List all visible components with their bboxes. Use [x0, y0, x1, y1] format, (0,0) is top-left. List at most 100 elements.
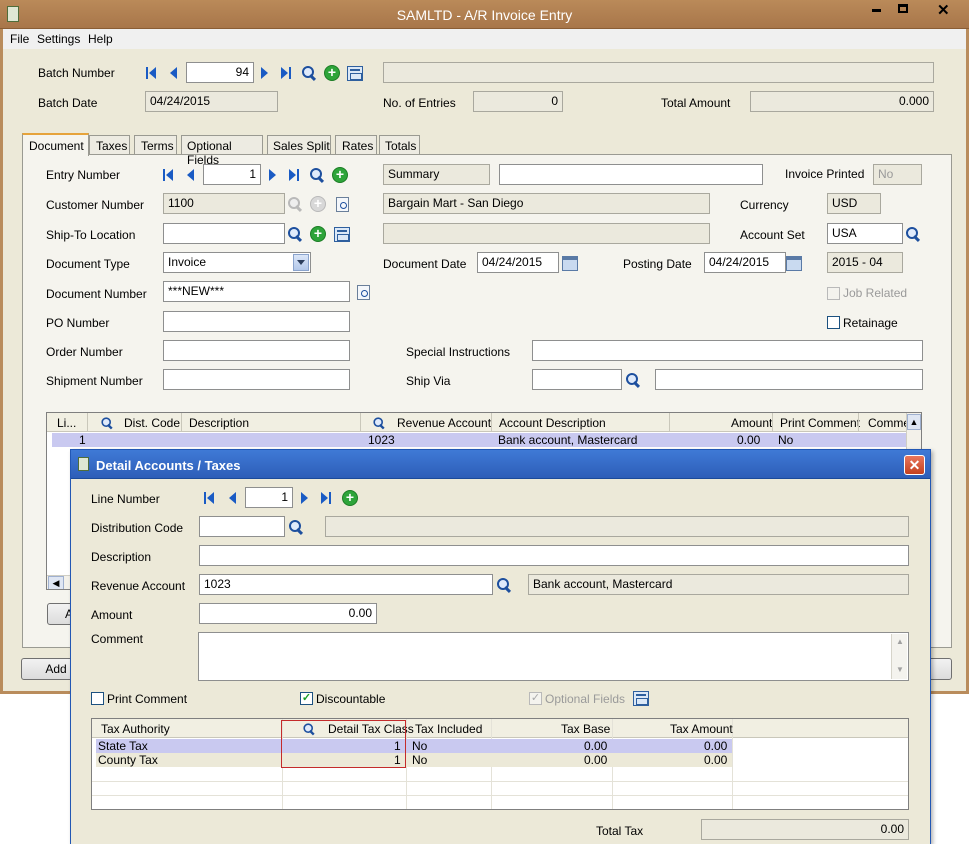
- new-entry-icon[interactable]: +: [332, 167, 348, 183]
- revenue-account-finder-icon[interactable]: [371, 415, 387, 431]
- revenue-account-field[interactable]: 1023: [199, 574, 493, 595]
- tab-terms[interactable]: Terms: [134, 135, 177, 155]
- amount-field[interactable]: 0.00: [199, 603, 377, 624]
- next-line-icon[interactable]: [299, 491, 312, 505]
- col-tax-amount[interactable]: Tax Amount: [670, 722, 733, 736]
- col-tax-base[interactable]: Tax Base: [561, 722, 610, 736]
- new-ship-to-icon[interactable]: +: [310, 226, 326, 242]
- tab-sales-split[interactable]: Sales Split: [267, 135, 331, 155]
- dist-code-finder-icon[interactable]: [99, 415, 115, 431]
- batch-zoom-icon[interactable]: [347, 65, 363, 81]
- entry-number-label: Entry Number: [46, 168, 121, 182]
- last-line-icon[interactable]: [320, 491, 333, 505]
- col-dist-code[interactable]: Dist. Code: [124, 416, 180, 430]
- col-tax-authority[interactable]: Tax Authority: [101, 722, 170, 736]
- maximize-icon[interactable]: [898, 4, 908, 13]
- tab-sales-split-label: Sales Split: [273, 139, 330, 153]
- ship-to-field[interactable]: [163, 223, 285, 244]
- document-date-field[interactable]: 04/24/2015: [477, 252, 559, 273]
- first-line-icon[interactable]: [204, 491, 217, 505]
- tab-document[interactable]: Document: [22, 133, 89, 156]
- ship-via-field[interactable]: [532, 369, 622, 390]
- tab-rates[interactable]: Rates: [335, 135, 377, 155]
- ship-via-finder-icon[interactable]: [625, 372, 641, 388]
- distribution-code-field[interactable]: [199, 516, 285, 537]
- ship-to-finder-icon[interactable]: [287, 226, 303, 242]
- comment-scroll-up-icon[interactable]: ▲: [893, 635, 907, 649]
- optional-fields-label: Optional Fields: [545, 692, 626, 706]
- discountable-checkbox[interactable]: ✓: [300, 692, 313, 705]
- invoice-printed-label: Invoice Printed: [785, 167, 865, 181]
- amount-label: Amount: [91, 608, 133, 622]
- document-number-field[interactable]: ***NEW***: [163, 281, 350, 302]
- shipment-number-field[interactable]: [163, 369, 350, 390]
- menu-settings[interactable]: Settings: [37, 32, 80, 46]
- order-number-label: Order Number: [46, 345, 123, 359]
- special-instructions-field[interactable]: [532, 340, 923, 361]
- document-type-select[interactable]: Invoice: [163, 252, 311, 273]
- close-icon[interactable]: ✕: [937, 1, 950, 19]
- batch-number-field[interactable]: 94: [186, 62, 254, 83]
- first-batch-icon[interactable]: [146, 66, 159, 80]
- tab-taxes[interactable]: Taxes: [89, 135, 130, 155]
- prev-entry-icon[interactable]: [185, 168, 198, 182]
- chevron-down-icon[interactable]: [293, 254, 309, 271]
- scroll-left-icon[interactable]: ◀: [48, 576, 64, 589]
- posting-date-field[interactable]: 04/24/2015: [704, 252, 786, 273]
- comment-scrollbar[interactable]: ▲ ▼: [891, 634, 907, 679]
- last-batch-icon[interactable]: [280, 66, 293, 80]
- ship-via-description-field[interactable]: [655, 369, 923, 390]
- account-set-field[interactable]: USA: [827, 223, 903, 244]
- col-description[interactable]: Description: [189, 416, 249, 430]
- tax-grid[interactable]: Tax Authority Detail Tax Class Tax Inclu…: [91, 718, 909, 810]
- document-date-calendar-icon[interactable]: [562, 255, 578, 271]
- minimize-icon[interactable]: [872, 9, 881, 12]
- menu-file[interactable]: File: [10, 32, 29, 46]
- prev-batch-icon[interactable]: [168, 66, 181, 80]
- customer-zoom-icon[interactable]: [334, 196, 350, 212]
- comment-field[interactable]: [198, 632, 909, 681]
- po-number-field[interactable]: [163, 311, 350, 332]
- revenue-account-lookup-icon[interactable]: [496, 577, 512, 593]
- new-batch-icon[interactable]: +: [324, 65, 340, 81]
- col-line[interactable]: Li...: [57, 416, 76, 430]
- distribution-code-finder-icon[interactable]: [288, 519, 304, 535]
- optional-fields-zoom-icon[interactable]: [633, 690, 649, 706]
- col-divider: [87, 413, 88, 432]
- new-line-icon[interactable]: +: [342, 490, 358, 506]
- next-entry-icon[interactable]: [267, 168, 280, 182]
- entry-number-field[interactable]: 1: [203, 164, 261, 185]
- col-amount[interactable]: Amount: [731, 416, 772, 430]
- col-revenue-account[interactable]: Revenue Account: [397, 416, 491, 430]
- po-number-label: PO Number: [46, 316, 110, 330]
- last-entry-icon[interactable]: [288, 168, 301, 182]
- retainage-checkbox[interactable]: [827, 316, 840, 329]
- print-comment-checkbox[interactable]: [91, 692, 104, 705]
- col-print-comment[interactable]: Print Comment: [780, 416, 860, 430]
- menu-help[interactable]: Help: [88, 32, 113, 46]
- col-tax-included[interactable]: Tax Included: [415, 722, 482, 736]
- order-number-field[interactable]: [163, 340, 350, 361]
- entry-description-field[interactable]: [499, 164, 763, 185]
- document-number-zoom-icon[interactable]: [355, 284, 371, 300]
- tab-taxes-label: Taxes: [96, 139, 128, 153]
- col-account-description[interactable]: Account Description: [499, 416, 606, 430]
- scroll-up-icon[interactable]: ▲: [907, 414, 921, 430]
- ship-to-zoom-icon[interactable]: [334, 226, 350, 242]
- entry-finder-icon[interactable]: [309, 167, 325, 183]
- tab-totals[interactable]: Totals: [379, 135, 420, 155]
- col-divider: [491, 413, 492, 432]
- comment-scroll-down-icon[interactable]: ▼: [893, 663, 907, 677]
- description-field[interactable]: [199, 545, 909, 566]
- account-set-finder-icon[interactable]: [905, 226, 921, 242]
- dialog-close-icon[interactable]: ✕: [904, 455, 925, 475]
- tab-optional-fields[interactable]: Optional Fields: [181, 135, 263, 167]
- account-set-label: Account Set: [740, 228, 805, 242]
- batch-finder-icon[interactable]: [301, 65, 317, 81]
- posting-date-calendar-icon[interactable]: [786, 255, 802, 271]
- line-number-field[interactable]: 1: [245, 487, 293, 508]
- first-entry-icon[interactable]: [163, 168, 176, 182]
- prev-line-icon[interactable]: [227, 491, 240, 505]
- next-batch-icon[interactable]: [259, 66, 272, 80]
- description-label: Description: [91, 550, 152, 564]
